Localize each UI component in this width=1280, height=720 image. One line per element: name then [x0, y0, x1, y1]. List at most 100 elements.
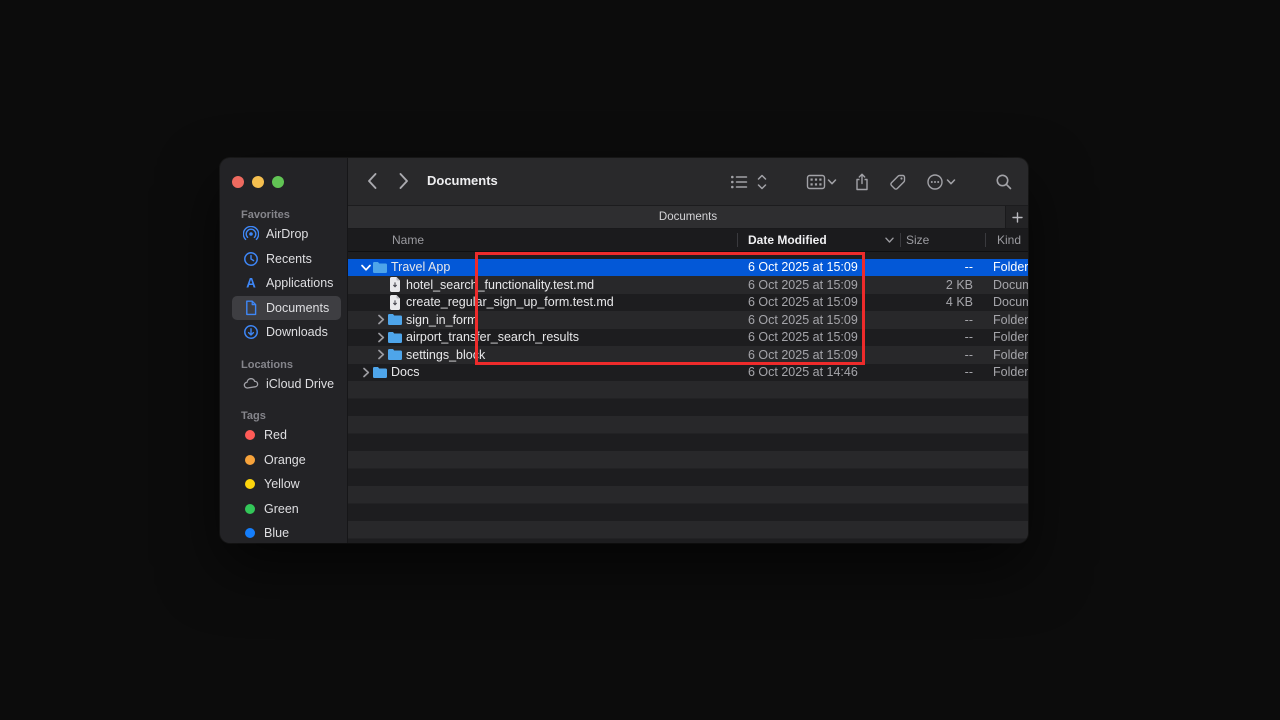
folder-icon: [372, 366, 388, 379]
file-row-airport-transfer[interactable]: airport_transfer_search_results 6 Oct 20…: [348, 329, 1028, 347]
column-divider[interactable]: [985, 233, 986, 247]
forward-button[interactable]: [398, 172, 410, 190]
folder-icon: [387, 348, 403, 361]
back-button[interactable]: [366, 172, 378, 190]
close-button[interactable]: [232, 176, 244, 188]
tag-color-dot: [245, 479, 255, 489]
sidebar-tag-yellow[interactable]: Yellow: [232, 472, 341, 497]
column-divider[interactable]: [737, 233, 738, 247]
file-kind: Document: [993, 276, 1028, 294]
tag-color-dot: [245, 504, 255, 514]
file-kind: Folder: [993, 364, 1028, 382]
disclosure-closed-icon[interactable]: [375, 314, 387, 325]
airdrop-icon: [243, 226, 259, 242]
sidebar-item-downloads[interactable]: Downloads: [232, 320, 341, 345]
sidebar-tag-blue[interactable]: Blue: [232, 521, 341, 543]
sidebar-item-recents[interactable]: Recents: [232, 247, 341, 272]
file-size: 2 KB: [903, 276, 973, 294]
file-size: --: [903, 259, 973, 277]
more-chevron-down-icon[interactable]: [947, 179, 956, 185]
downloads-icon: [243, 324, 259, 340]
zoom-button[interactable]: [272, 176, 284, 188]
column-header: Name Date Modified Size Kind: [348, 229, 1028, 252]
tag-color-dot: [245, 455, 255, 465]
file-date: 6 Oct 2025 at 15:09: [748, 346, 858, 364]
file-row-create-sign-up[interactable]: create_regular_sign_up_form.test.md 6 Oc…: [348, 294, 1028, 312]
file-icon: [387, 277, 403, 292]
disclosure-closed-icon[interactable]: [375, 332, 387, 343]
tab-documents[interactable]: Documents: [348, 206, 1028, 228]
file-date: 6 Oct 2025 at 14:46: [748, 364, 858, 382]
sidebar-item-airdrop[interactable]: AirDrop: [232, 222, 341, 247]
folder-icon: [387, 313, 403, 326]
column-kind[interactable]: Kind: [997, 233, 1021, 247]
tag-label: Blue: [264, 526, 289, 540]
column-size[interactable]: Size: [906, 233, 929, 247]
file-size: --: [903, 329, 973, 347]
sidebar: Favorites AirDrop Recents A Applications: [220, 158, 348, 543]
sidebar-item-label: Applications: [266, 276, 333, 290]
sidebar-item-applications[interactable]: A Applications: [232, 271, 341, 296]
sidebar-item-icloud-drive[interactable]: iCloud Drive: [232, 372, 341, 397]
sidebar-item-documents[interactable]: Documents: [232, 296, 341, 321]
file-date: 6 Oct 2025 at 15:09: [748, 311, 858, 329]
minimize-button[interactable]: [252, 176, 264, 188]
list-view-icon[interactable]: [731, 174, 748, 189]
file-kind: Folder: [993, 311, 1028, 329]
sidebar-item-label: Downloads: [266, 325, 328, 339]
sidebar-tag-orange[interactable]: Orange: [232, 448, 341, 473]
tag-icon[interactable]: [890, 173, 907, 190]
file-icon: [387, 295, 403, 310]
tag-label: Yellow: [264, 477, 300, 491]
tag-label: Orange: [264, 453, 306, 467]
sidebar-item-label: Documents: [266, 301, 329, 315]
file-date: 6 Oct 2025 at 15:09: [748, 294, 858, 312]
tag-label: Red: [264, 428, 287, 442]
sidebar-item-label: Recents: [266, 252, 312, 266]
column-name[interactable]: Name: [392, 233, 424, 247]
search-icon[interactable]: [996, 173, 1013, 190]
file-name: Travel App: [391, 260, 450, 274]
file-size: 4 KB: [903, 294, 973, 312]
sidebar-tag-green[interactable]: Green: [232, 497, 341, 522]
sort-toggle-icon[interactable]: [757, 174, 767, 190]
file-name: create_regular_sign_up_form.test.md: [406, 295, 614, 309]
more-options-icon[interactable]: [927, 173, 944, 190]
sidebar-tag-red[interactable]: Red: [232, 423, 341, 448]
plus-icon: [1012, 212, 1023, 223]
sidebar-section-locations: Locations: [241, 359, 347, 371]
sort-chevron-down-icon[interactable]: [885, 237, 894, 244]
share-icon[interactable]: [855, 173, 870, 191]
folder-icon: [387, 331, 403, 344]
file-row-docs[interactable]: Docs 6 Oct 2025 at 14:46 -- Folder: [348, 364, 1028, 382]
sidebar-section-tags: Tags: [241, 410, 347, 422]
traffic-lights: [232, 176, 284, 188]
file-row-settings-block[interactable]: settings_block 6 Oct 2025 at 15:09 -- Fo…: [348, 346, 1028, 364]
sidebar-item-label: AirDrop: [266, 227, 308, 241]
file-name: sign_in_form: [406, 313, 478, 327]
file-kind: Folder: [993, 259, 1028, 277]
document-icon: [243, 300, 259, 316]
column-date-modified[interactable]: Date Modified: [748, 233, 827, 247]
group-chevron-down-icon[interactable]: [828, 179, 837, 185]
disclosure-closed-icon[interactable]: [375, 349, 387, 360]
group-grid-icon[interactable]: [807, 174, 826, 190]
file-name: Docs: [391, 365, 419, 379]
disclosure-open-icon[interactable]: [360, 262, 372, 273]
file-row-travel-app[interactable]: Travel App 6 Oct 2025 at 15:09 -- Folder: [348, 259, 1028, 277]
file-kind: Document: [993, 294, 1028, 312]
cloud-icon: [243, 376, 259, 392]
new-tab-button[interactable]: [1005, 206, 1028, 228]
file-row-sign-in-form[interactable]: sign_in_form 6 Oct 2025 at 15:09 -- Fold…: [348, 311, 1028, 329]
disclosure-closed-icon[interactable]: [360, 367, 372, 378]
clock-icon: [243, 251, 259, 267]
tag-color-dot: [245, 430, 255, 440]
sidebar-item-label: iCloud Drive: [266, 377, 334, 391]
file-row-hotel-search[interactable]: hotel_search_functionality.test.md 6 Oct…: [348, 276, 1028, 294]
tab-bar: Documents: [348, 205, 1028, 229]
file-name: settings_block: [406, 348, 485, 362]
file-size: --: [903, 311, 973, 329]
file-date: 6 Oct 2025 at 15:09: [748, 276, 858, 294]
tag-label: Green: [264, 502, 299, 516]
column-divider[interactable]: [900, 233, 901, 247]
